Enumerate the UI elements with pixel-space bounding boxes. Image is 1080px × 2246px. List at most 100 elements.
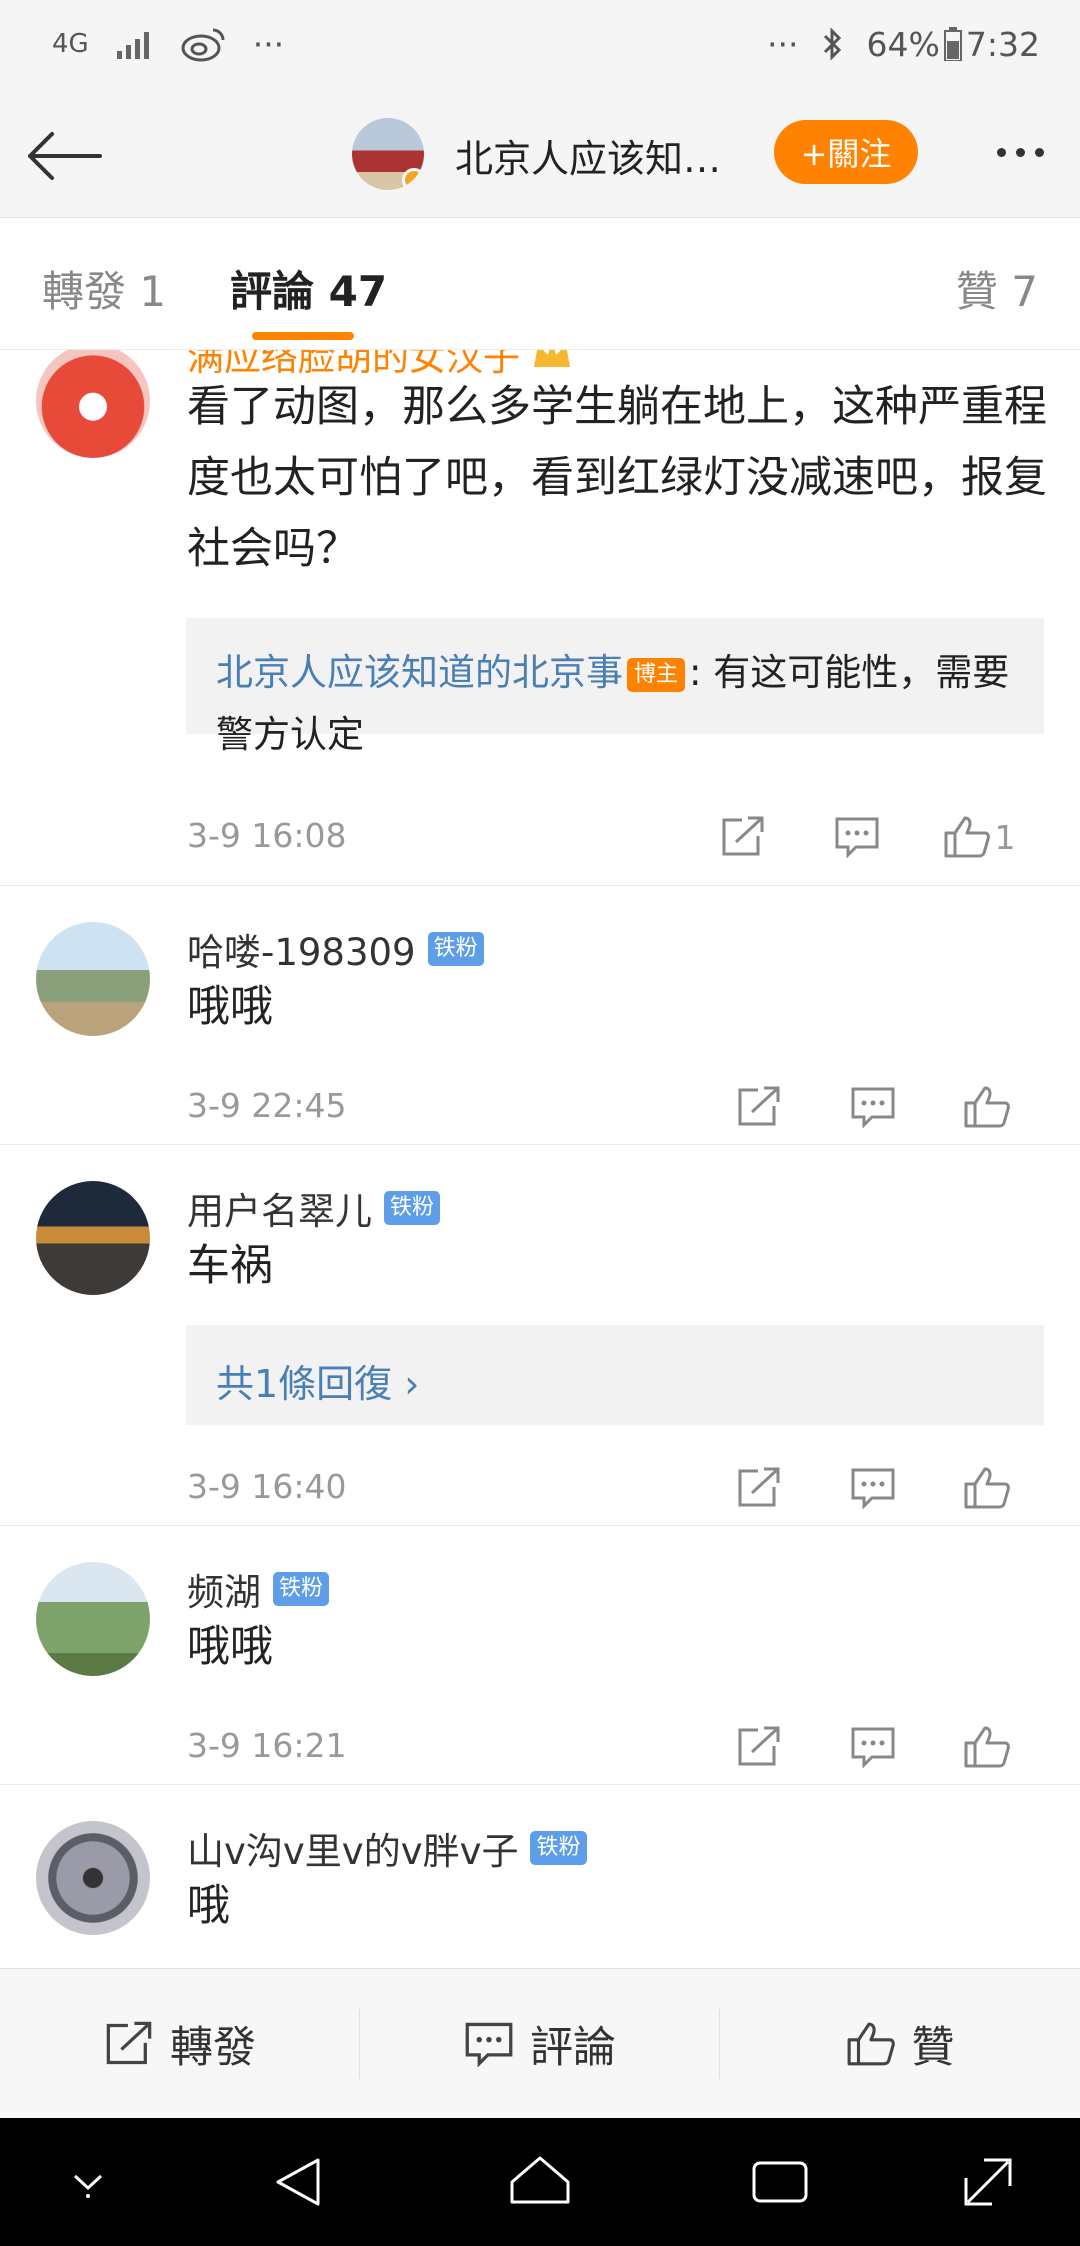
thumbs-up-icon [944,816,990,858]
thumbs-up-icon [964,1467,1010,1509]
comment-item: 哈喽-198309 铁粉 哦哦 3-9 22:45 [0,886,1080,1145]
username[interactable]: 频湖 铁粉 [187,1562,330,1616]
expand-icon [964,2158,1012,2206]
username[interactable]: 哈喽-198309 铁粉 [187,922,484,976]
reply-author[interactable]: 北京人应该知道的北京事 [216,651,623,694]
user-avatar[interactable] [36,1821,150,1935]
tab-repost[interactable]: 轉發 1 [42,258,166,319]
share-button[interactable] [686,802,800,872]
nav-home-button[interactable] [500,2142,580,2222]
comment-actions [702,1453,1044,1523]
page-title[interactable]: 北京人应该知… [455,128,745,183]
share-icon [106,2021,152,2064]
reply-box[interactable]: 北京人应该知道的北京事 博主: 有这可能性，需要警方认定 [186,618,1044,756]
system-nav-bar [0,2118,1080,2246]
comment-time: 3-9 22:45 [187,1086,347,1125]
reply-button[interactable] [816,1072,930,1142]
comment-time: 3-9 16:21 [187,1726,347,1765]
user-avatar[interactable] [36,922,150,1036]
like-count: 1 [994,817,1016,857]
comment-icon [851,1087,895,1128]
thumbs-up-icon [847,2022,895,2065]
comment-list[interactable]: 满应络脸胡的女汉子 看了动图，那么多学生躺在地上，这种严重程度也太可怕了吧，看到… [0,350,1080,1968]
comment-icon [835,817,879,858]
nav-recents-button[interactable] [740,2142,820,2222]
bluetooth-icon [821,22,845,66]
like-button[interactable] [930,1072,1044,1142]
comment-icon [851,1727,895,1768]
username[interactable]: 山v沟v里v的v胖v子 铁粉 [187,1821,587,1875]
user-avatar[interactable] [36,1181,150,1295]
more-replies-box[interactable]: 共1條回復 › [186,1325,1044,1425]
tab-bar: 轉發 1 評論 47 贊 7 [0,218,1080,350]
user-avatar[interactable] [36,350,150,458]
username[interactable]: 用户名翠儿 铁粉 [187,1181,441,1235]
comment-text: 车祸 [187,1241,273,1291]
more-options-button[interactable] [982,122,1058,182]
thumbs-up-icon [964,1086,1010,1128]
blogger-avatar[interactable] [352,118,424,190]
tab-comments[interactable]: 評論 47 [230,258,387,319]
like-post-button[interactable]: 贊 [720,1969,1080,2118]
comment-item: 满应络脸胡的女汉子 看了动图，那么多学生躺在地上，这种严重程度也太可怕了吧，看到… [0,350,1080,886]
reply-button[interactable] [816,1453,930,1523]
username[interactable]: 满应络脸胡的女汉子 [187,350,574,374]
battery-level: 64% [866,24,940,64]
clock: 7:32 [965,24,1040,64]
more-dot-icon [1015,147,1025,157]
share-button[interactable] [702,1712,816,1782]
tab-likes[interactable]: 贊 7 [956,258,1038,319]
user-avatar[interactable] [36,1562,150,1676]
verified-badge-icon [402,168,424,190]
comment-item: 山v沟v里v的v胖v子 铁粉 哦 [0,1785,1080,1968]
fan-badge: 铁粉 [530,1831,587,1865]
comment-label: 評論 [530,2022,616,2073]
host-badge: 博主 [627,658,686,692]
repost-label: 轉發 [170,2022,256,2073]
share-icon [738,1467,780,1507]
comment-text: 哦哦 [187,1622,273,1672]
comment-time: 3-9 16:40 [187,1467,347,1506]
comment-item: 频湖 铁粉 哦哦 3-9 16:21 [0,1526,1080,1785]
comment-time: 3-9 16:08 [187,816,347,855]
bottom-action-bar: 轉發 評論 贊 [0,1968,1080,2118]
comment-actions [702,1072,1044,1142]
thumbs-up-icon [964,1726,1010,1768]
fan-badge: 铁粉 [273,1572,330,1606]
comment-item: 用户名翠儿 铁粉 车祸 共1條回復 › 3-9 16:40 [0,1145,1080,1526]
back-button[interactable] [24,116,104,196]
follow-button[interactable]: +關注 [774,120,918,184]
share-button[interactable] [702,1453,816,1523]
nav-home-icon [510,2156,570,2204]
nav-back-button[interactable] [260,2142,340,2222]
back-arrow-icon [28,132,102,180]
share-button[interactable] [702,1072,816,1142]
comment-text: 哦哦 [187,982,273,1032]
reply-button[interactable] [816,1712,930,1782]
page-header: 北京人应该知… +關注 [0,90,1080,218]
comment-button[interactable]: 評論 [360,1969,720,2118]
share-icon [738,1726,780,1766]
battery-icon [943,22,962,66]
comment-text: 哦 [187,1881,230,1931]
network-type: 4G [52,29,89,59]
like-button[interactable]: 1 [914,802,1044,872]
nav-back-icon [276,2158,320,2206]
comment-actions [702,1712,1044,1782]
reply-button[interactable] [800,802,914,872]
status-more: ··· [252,24,285,64]
hide-keyboard-button[interactable] [48,2142,128,2222]
repost-button[interactable]: 轉發 [0,1969,360,2118]
fan-badge: 铁粉 [384,1191,441,1225]
like-button[interactable] [930,1453,1044,1523]
comment-icon [465,2022,513,2067]
crown-icon [534,350,570,367]
nav-expand-button[interactable] [948,2142,1028,2222]
comment-icon [851,1468,895,1509]
more-replies-link[interactable]: 共1條回復 › [186,1325,1044,1436]
chevron-down-icon [73,2174,103,2198]
like-button[interactable] [930,1712,1044,1782]
comment-actions: 1 [686,802,1044,872]
signal-icon [115,22,155,66]
active-tab-indicator [252,332,354,340]
